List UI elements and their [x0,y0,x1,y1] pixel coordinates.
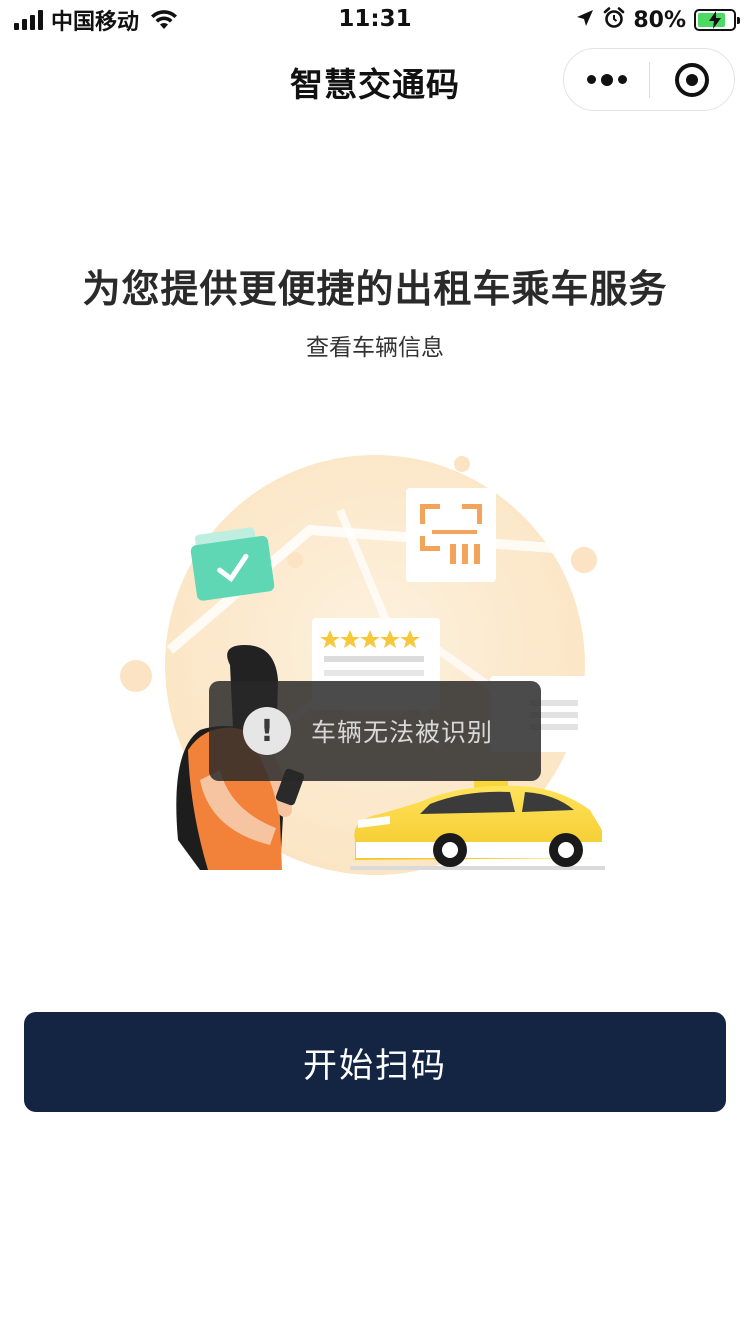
battery-percent: 80% [633,7,686,33]
exclamation-icon: ! [243,707,291,755]
subline: 查看车辆信息 [306,335,444,361]
taxi-illustration [110,450,630,880]
headline: 为您提供更便捷的出租车乘车服务 [82,267,668,311]
location-icon [575,8,595,32]
more-dots-icon[interactable] [564,49,649,110]
error-toast: ! 车辆无法被识别 [209,681,541,781]
battery-charging-icon [694,9,740,31]
status-bar: 中国移动 11:31 80% [0,0,750,40]
status-right: 80% [575,6,740,34]
mini-program-capsule [563,48,735,111]
alarm-icon [603,7,625,33]
start-scan-button[interactable]: 开始扫码 [24,1012,726,1112]
toast-message: 车辆无法被识别 [311,718,494,747]
close-target-icon[interactable] [650,49,734,110]
